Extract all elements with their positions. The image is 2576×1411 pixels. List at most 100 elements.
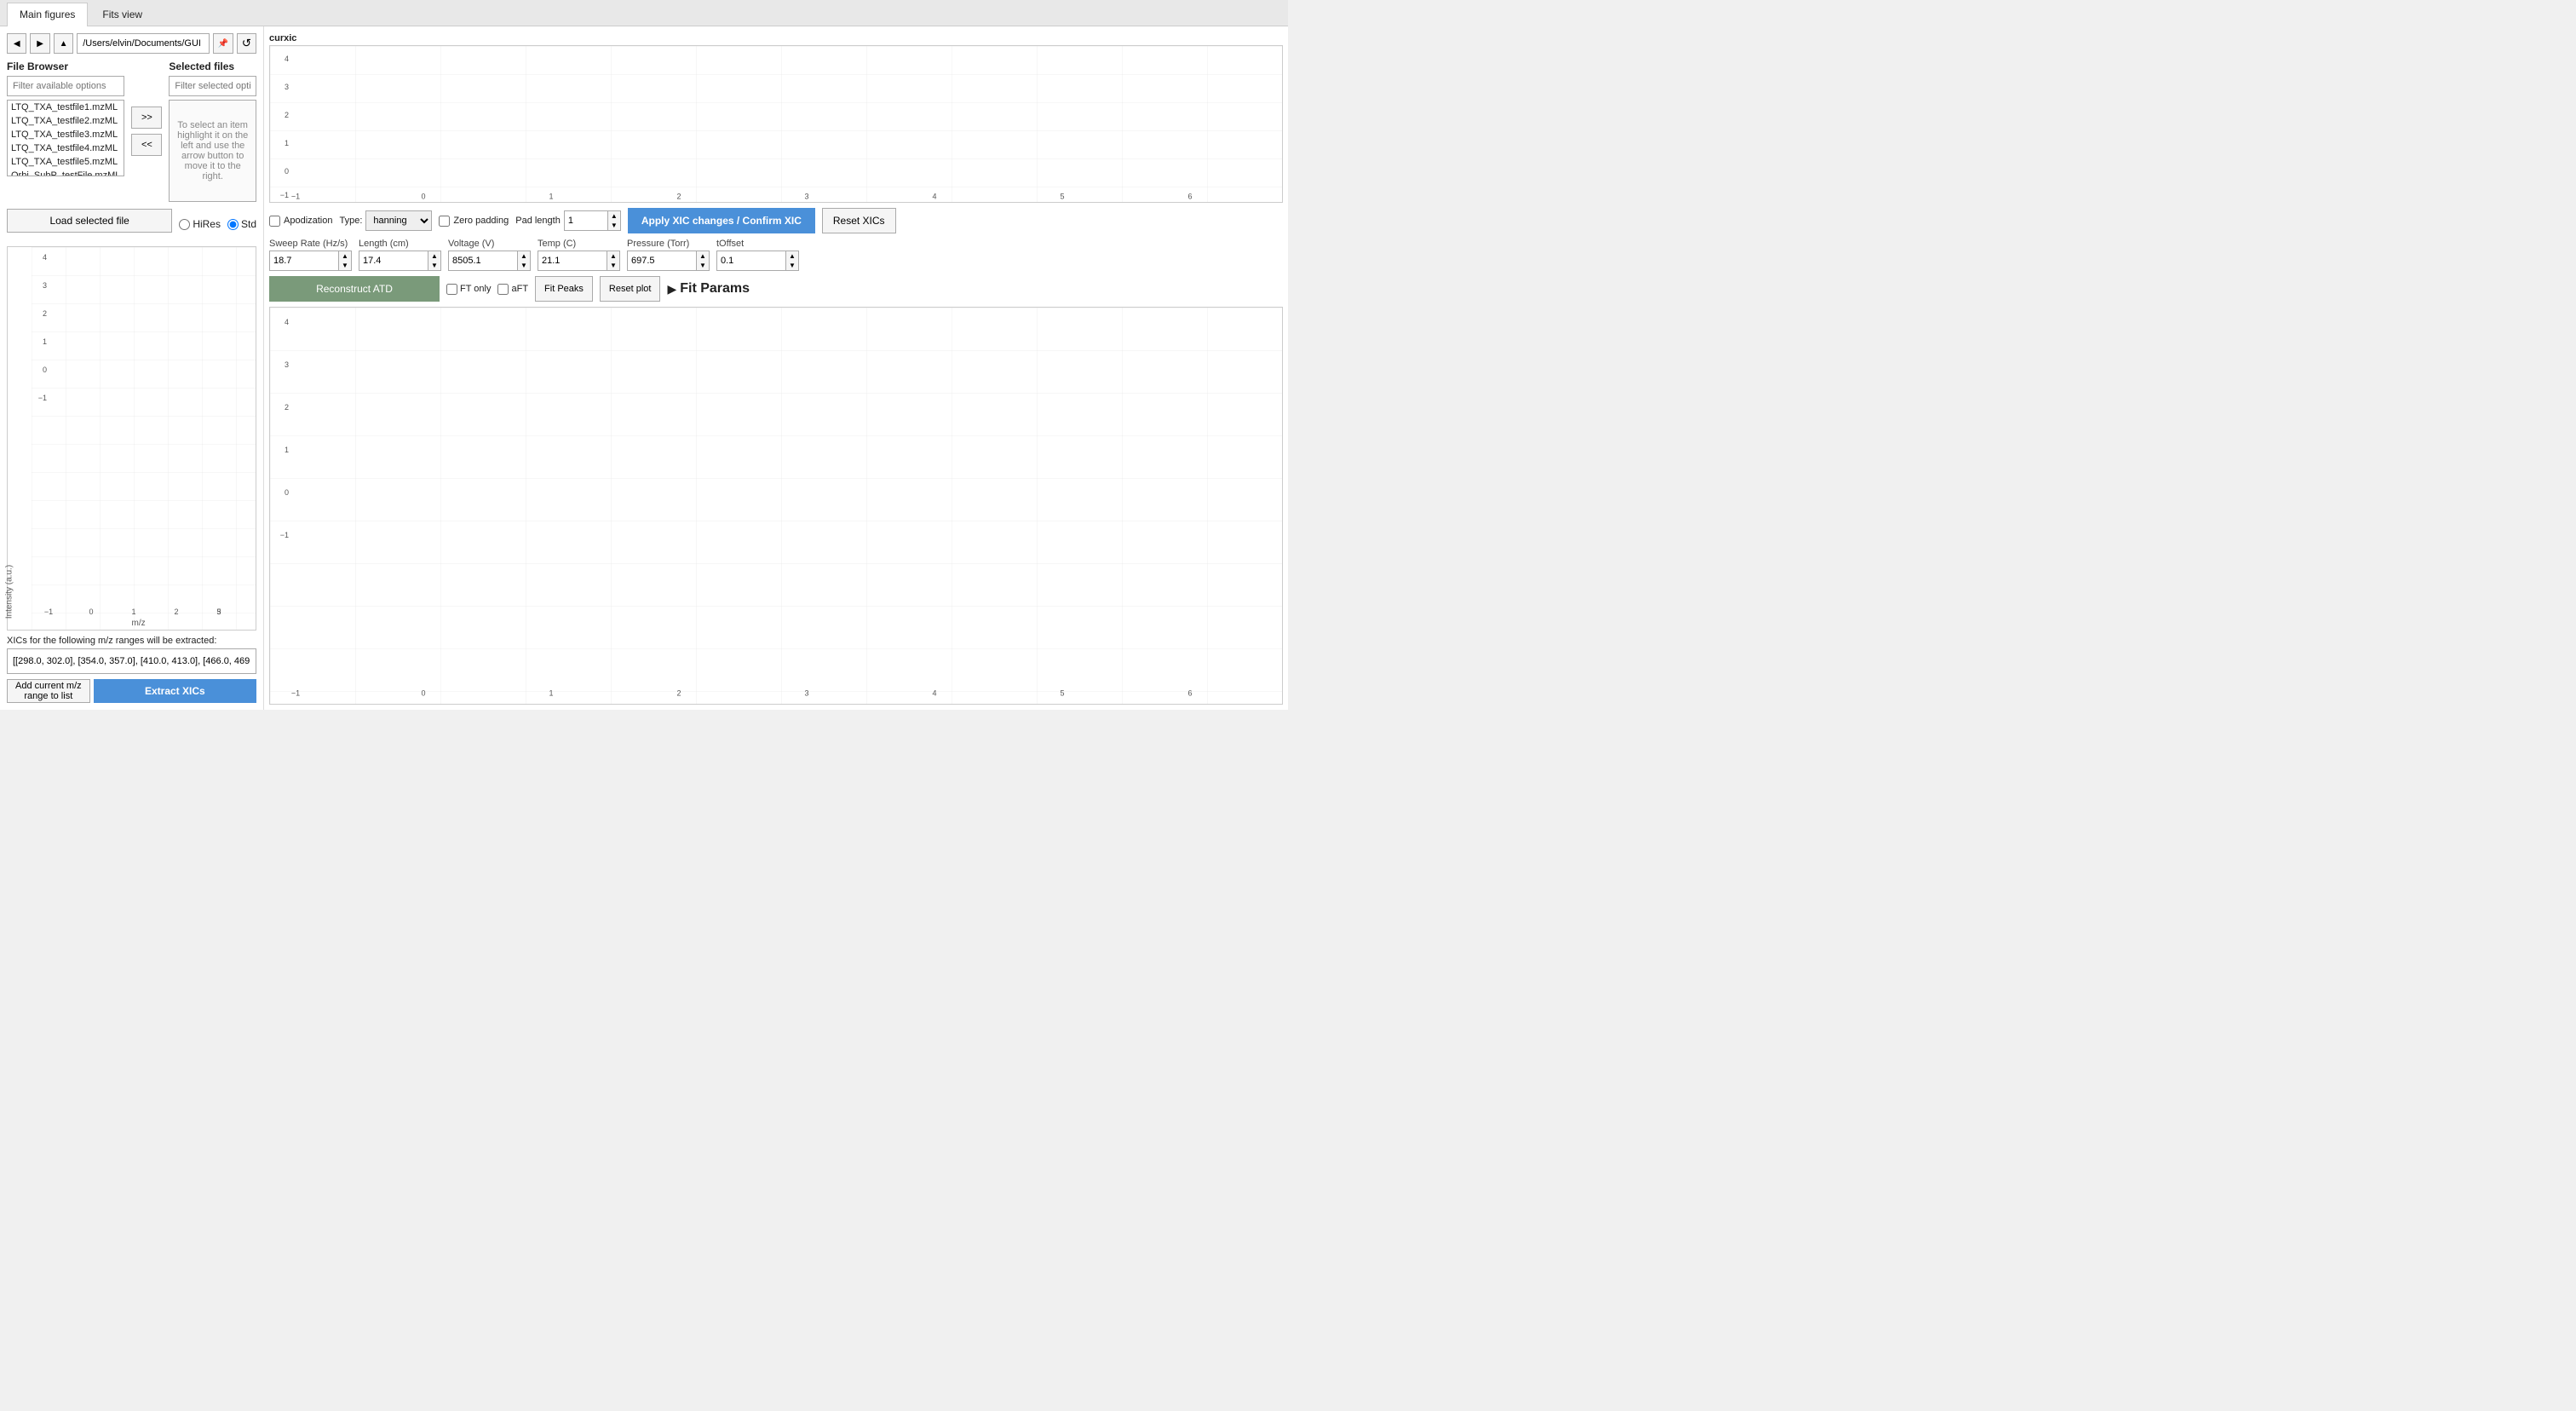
voltage-input[interactable] (449, 251, 517, 270)
pad-length-down[interactable]: ▼ (608, 221, 620, 230)
file-browser-section: File Browser LTQ_TXA_testfile1.mzMLLTQ_T… (7, 60, 256, 202)
voltage-label: Voltage (V) (448, 239, 531, 249)
ft-only-checkbox[interactable] (446, 284, 457, 295)
tab-main-figures[interactable]: Main figures (7, 3, 88, 26)
nav-up-button[interactable]: ▲ (54, 33, 73, 54)
temp-up[interactable]: ▲ (607, 251, 619, 261)
fit-params-play-button[interactable]: ▶ (667, 282, 676, 297)
bottom-chart: 4 3 2 1 0 −1 −1 0 1 2 3 4 5 6 (269, 307, 1283, 705)
file-list-item[interactable]: LTQ_TXA_testfile5.mzML (8, 155, 124, 169)
pressure-down[interactable]: ▼ (697, 261, 709, 270)
aft-checkbox[interactable] (497, 284, 509, 295)
tab-fits-view[interactable]: Fits view (89, 3, 155, 26)
voltage-down[interactable]: ▼ (518, 261, 530, 270)
temp-down[interactable]: ▼ (607, 261, 619, 270)
toffset-down[interactable]: ▼ (786, 261, 798, 270)
nav-path-input[interactable] (77, 33, 210, 54)
selected-files: Selected files To select an item highlig… (169, 60, 256, 202)
svg-text:3: 3 (43, 281, 47, 290)
svg-text:−1: −1 (291, 689, 300, 698)
temp-label: Temp (C) (538, 239, 620, 249)
sweep-rate-input[interactable] (270, 251, 338, 270)
left-chart-svg: 4 3 2 1 0 −1 −1 0 1 2 3 4 5 (32, 247, 256, 630)
xic-ranges-input[interactable] (7, 648, 256, 674)
temp-input-wrap: ▲ ▼ (538, 251, 620, 271)
nav-back-button[interactable]: ◀ (7, 33, 26, 54)
file-list-item[interactable]: LTQ_TXA_testfile2.mzML (8, 114, 124, 128)
pressure-label: Pressure (Torr) (627, 239, 710, 249)
selected-filter-input[interactable] (169, 76, 256, 96)
reconstruct-button[interactable]: Reconstruct ATD (269, 276, 440, 302)
hires-radio[interactable] (179, 219, 190, 230)
voltage-spinners: ▲ ▼ (517, 251, 530, 270)
pad-length-input-wrap: ▲ ▼ (564, 210, 621, 231)
pressure-spinners: ▲ ▼ (696, 251, 709, 270)
file-browser-title: File Browser (7, 60, 124, 72)
nav-pin-button[interactable]: 📌 (213, 33, 233, 54)
svg-text:1: 1 (285, 139, 289, 147)
apodization-checkbox[interactable] (269, 216, 280, 227)
file-browser: File Browser LTQ_TXA_testfile1.mzMLLTQ_T… (7, 60, 124, 202)
reset-plot-button[interactable]: Reset plot (600, 276, 661, 302)
svg-text:2: 2 (43, 309, 47, 318)
sweep-rate-up[interactable]: ▲ (339, 251, 351, 261)
left-panel: ◀ ▶ ▲ 📌 ↺ File Browser LTQ_TXA_testfile1… (0, 26, 264, 710)
std-radio[interactable] (227, 219, 239, 230)
right-panel: curxic 4 3 2 1 0 −1 −1 0 1 2 (264, 26, 1288, 710)
add-mz-button[interactable]: Add current m/z range to list (7, 679, 90, 703)
length-up[interactable]: ▲ (428, 251, 440, 261)
svg-text:4: 4 (285, 55, 289, 63)
length-input[interactable] (359, 251, 428, 270)
length-spinners: ▲ ▼ (428, 251, 440, 270)
svg-text:2: 2 (174, 608, 178, 616)
zero-padding-checkbox[interactable] (439, 216, 450, 227)
hires-radio-label[interactable]: HiRes (179, 218, 221, 230)
reset-xic-button[interactable]: Reset XICs (822, 208, 896, 233)
type-select[interactable]: hanning blackman none (365, 210, 432, 231)
params-row: Sweep Rate (Hz/s) ▲ ▼ Length (cm) ▲ ▼ (269, 239, 1283, 271)
svg-text:4: 4 (932, 689, 936, 698)
top-chart: 4 3 2 1 0 −1 −1 0 1 2 3 4 5 6 (269, 45, 1283, 203)
pad-length-input[interactable] (565, 211, 607, 230)
file-list-item[interactable]: Orbi_SubP_testFile.mzML (8, 169, 124, 176)
extract-xics-button[interactable]: Extract XICs (94, 679, 256, 703)
sweep-rate-down[interactable]: ▼ (339, 261, 351, 270)
apply-xic-button[interactable]: Apply XIC changes / Confirm XIC (628, 208, 815, 233)
temp-input[interactable] (538, 251, 607, 270)
std-radio-label[interactable]: Std (227, 218, 256, 230)
left-chart: Intensity (a.u.) 4 3 2 1 0 −1 −1 (7, 246, 256, 631)
move-left-button[interactable]: << (131, 134, 162, 156)
length-label: Length (cm) (359, 239, 441, 249)
ft-only-label[interactable]: FT only (446, 284, 491, 295)
svg-text:3: 3 (285, 83, 289, 91)
file-filter-input[interactable] (7, 76, 124, 96)
voltage-up[interactable]: ▲ (518, 251, 530, 261)
load-selected-button[interactable]: Load selected file (7, 209, 172, 233)
file-list[interactable]: LTQ_TXA_testfile1.mzMLLTQ_TXA_testfile2.… (7, 100, 124, 176)
nav-bar: ◀ ▶ ▲ 📌 ↺ (7, 33, 256, 54)
voltage-input-wrap: ▲ ▼ (448, 251, 531, 271)
file-list-item[interactable]: LTQ_TXA_testfile3.mzML (8, 128, 124, 141)
controls-row: Apodization Type: hanning blackman none … (269, 208, 1283, 233)
zero-padding-group: Zero padding (439, 216, 509, 227)
move-right-button[interactable]: >> (131, 107, 162, 129)
toffset-label: tOffset (716, 239, 799, 249)
svg-text:0: 0 (421, 192, 425, 200)
pressure-input[interactable] (628, 251, 696, 270)
file-list-item[interactable]: LTQ_TXA_testfile1.mzML (8, 101, 124, 114)
pressure-group: Pressure (Torr) ▲ ▼ (627, 239, 710, 271)
resolution-row: HiRes Std (179, 218, 256, 230)
pressure-up[interactable]: ▲ (697, 251, 709, 261)
file-list-item[interactable]: LTQ_TXA_testfile4.mzML (8, 141, 124, 155)
nav-reload-button[interactable]: ↺ (237, 33, 256, 54)
zero-padding-label: Zero padding (453, 216, 509, 226)
length-down[interactable]: ▼ (428, 261, 440, 270)
svg-text:1: 1 (131, 608, 135, 616)
toffset-up[interactable]: ▲ (786, 251, 798, 261)
toffset-input[interactable] (717, 251, 785, 270)
bottom-chart-svg: 4 3 2 1 0 −1 −1 0 1 2 3 4 5 6 (270, 308, 1282, 704)
nav-forward-button[interactable]: ▶ (30, 33, 49, 54)
fit-peaks-button[interactable]: Fit Peaks (535, 276, 593, 302)
pad-length-up[interactable]: ▲ (608, 211, 620, 221)
aft-label[interactable]: aFT (497, 284, 528, 295)
